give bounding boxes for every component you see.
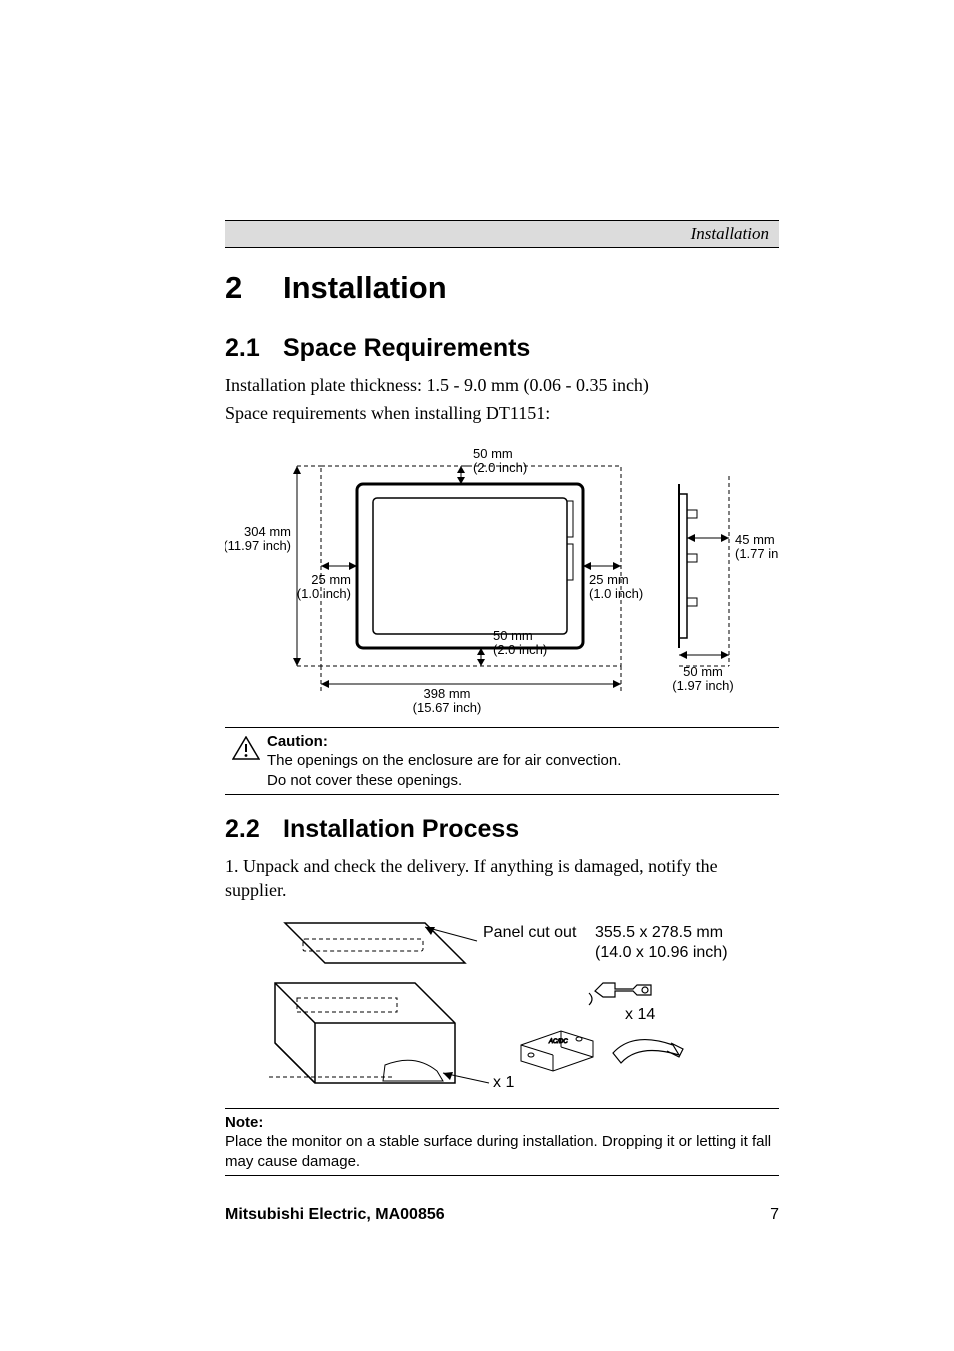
note-block: Note: Place the monitor on a stable surf… [225, 1108, 779, 1177]
section-2-title: Installation Process [283, 815, 519, 843]
svg-text:50 mm(2.0 inch): 50 mm(2.0 inch) [473, 446, 527, 475]
svg-text:25 mm(1.0 inch): 25 mm(1.0 inch) [297, 572, 351, 601]
space-diagram: 50 mm(2.0 inch) 304 mm(11.97 inch) 25 mm… [225, 436, 779, 721]
svg-text:398 mm(15.67 inch): 398 mm(15.67 inch) [413, 686, 482, 715]
section-2-number: 2.2 [225, 815, 283, 844]
section-1-line-1: Installation plate thickness: 1.5 - 9.0 … [225, 373, 779, 397]
caution-block: Caution: The openings on the enclosure a… [225, 727, 779, 796]
svg-text:AC/DC: AC/DC [548, 1039, 568, 1045]
footer-page-number: 7 [770, 1206, 779, 1224]
caution-title: Caution: [267, 732, 621, 752]
chapter-title: Installation [283, 270, 447, 305]
section-2-heading: 2.2Installation Process [225, 815, 779, 844]
warning-icon [225, 732, 267, 791]
caution-line-1: The openings on the enclosure are for ai… [267, 751, 621, 771]
note-title: Note: [225, 1113, 779, 1133]
page-header: Installation [225, 220, 779, 248]
section-1-line-2: Space requirements when installing DT115… [225, 401, 779, 425]
svg-text:45 mm(1.77 inch): 45 mm(1.77 inch) [735, 532, 779, 561]
chapter-number: 2 [225, 270, 283, 306]
svg-text:304 mm(11.97 inch): 304 mm(11.97 inch) [225, 524, 291, 553]
section-1-heading: 2.1Space Requirements [225, 334, 779, 363]
page-footer: Mitsubishi Electric, MA00856 7 [225, 1206, 779, 1224]
caution-line-2: Do not cover these openings. [267, 771, 621, 791]
svg-text:50 mm(1.97 inch): 50 mm(1.97 inch) [672, 664, 733, 693]
header-title: Installation [691, 224, 769, 243]
chapter-heading: 2Installation [225, 270, 779, 306]
section-1-title: Space Requirements [283, 334, 530, 362]
svg-text:25 mm(1.0 inch): 25 mm(1.0 inch) [589, 572, 643, 601]
section-1-number: 2.1 [225, 334, 283, 363]
step-1: 1. Unpack and check the delivery. If any… [225, 854, 779, 903]
svg-text:Panel cut out: Panel cut out [483, 924, 577, 941]
unpack-diagram: Panel cut out 355.5 x 278.5 mm(14.0 x 10… [265, 913, 779, 1098]
note-body: Place the monitor on a stable surface du… [225, 1132, 779, 1171]
svg-text:x 14: x 14 [625, 1006, 655, 1023]
svg-text:355.5 x 278.5 mm(14.0 x 10.96: 355.5 x 278.5 mm(14.0 x 10.96 inch) [595, 924, 728, 961]
svg-text:x 1: x 1 [493, 1074, 514, 1091]
footer-doc-id: Mitsubishi Electric, MA00856 [225, 1206, 445, 1224]
svg-text:50 mm(2.0 inch): 50 mm(2.0 inch) [493, 628, 547, 657]
